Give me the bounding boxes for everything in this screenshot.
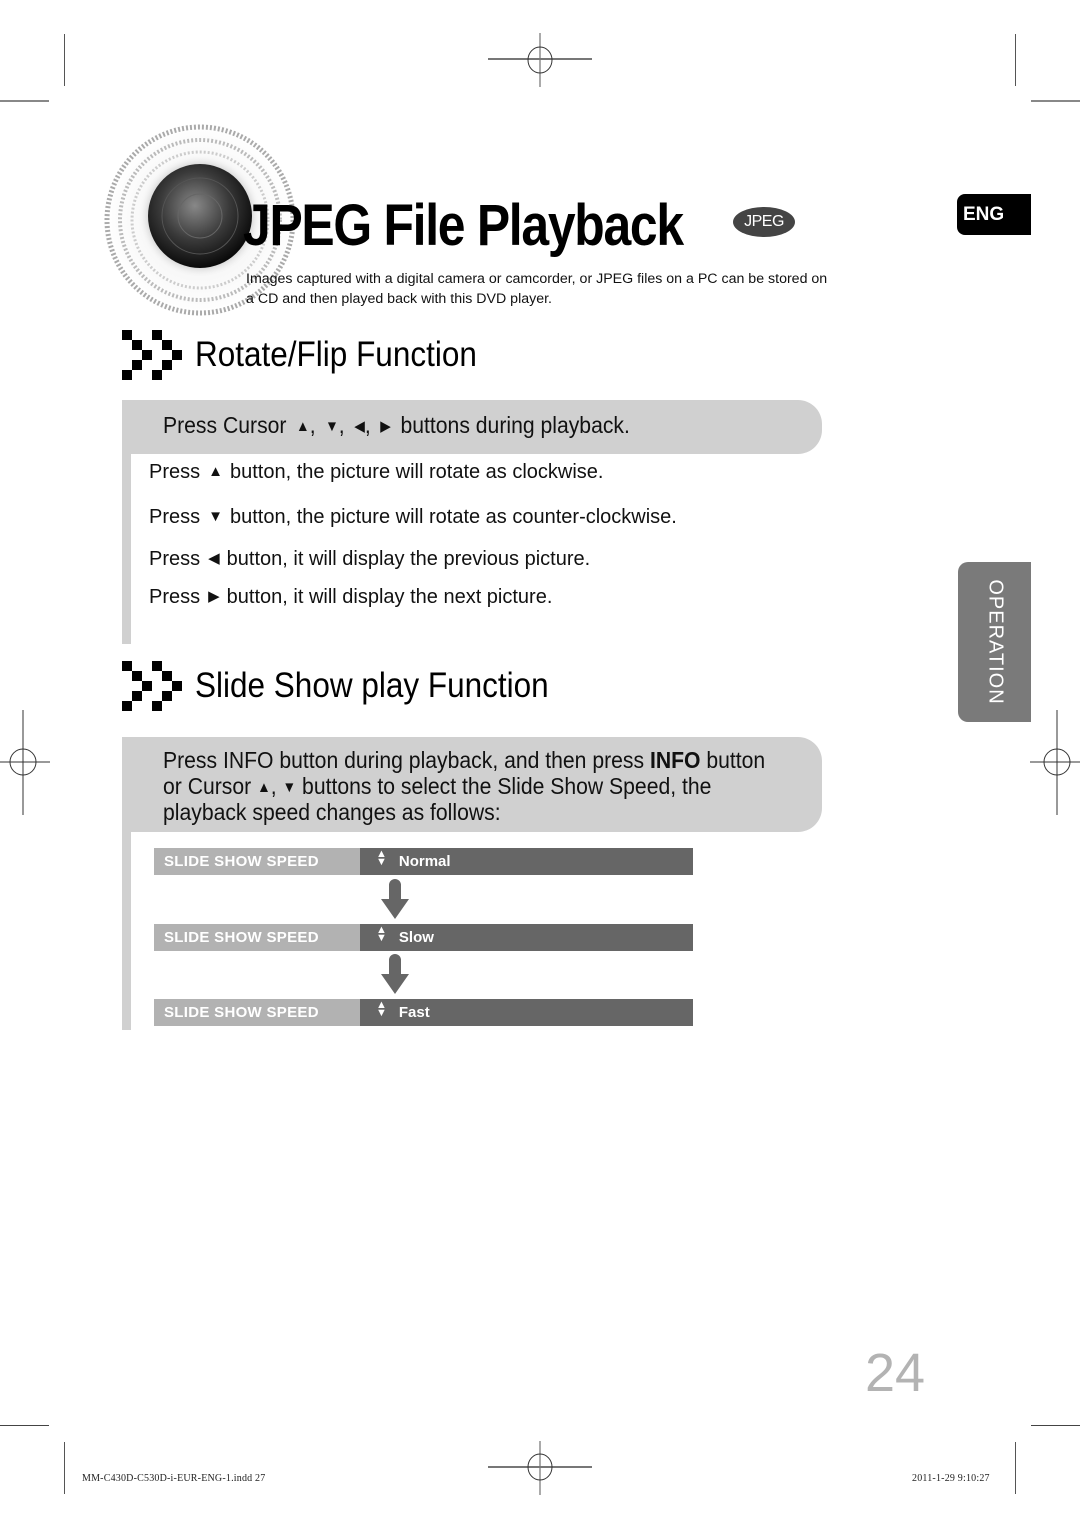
rotate-instruction: Press Cursor ▲, ▼, ◀, ▶ buttons during p… [163, 412, 630, 438]
crop-mark [1031, 100, 1080, 102]
right-arrow-icon: ▶ [208, 588, 220, 605]
speed-value: ▲ ▼ Normal [360, 848, 693, 875]
section-title-slideshow: Slide Show play Function [195, 666, 549, 705]
down-arrow-icon: ▼ [325, 418, 339, 435]
speed-value: ▲ ▼ Slow [360, 924, 693, 951]
up-down-icon: ▲ ▼ [376, 924, 387, 944]
speed-value: ▲ ▼ Fast [360, 999, 693, 1026]
up-arrow-icon: ▲ [208, 463, 223, 480]
up-arrow-icon: ▲ [296, 418, 310, 435]
jpeg-badge: JPEG [733, 207, 795, 237]
left-arrow-icon: ◀ [208, 550, 220, 567]
registration-mark-icon [488, 1441, 592, 1495]
speed-row-normal: SLIDE SHOW SPEED ▲ ▼ Normal [154, 848, 693, 875]
left-arrow-icon: ◀ [354, 418, 365, 435]
chapter-tab-label: OPERATION [984, 579, 1006, 705]
list-item: Press ▶ button, it will display the next p… [149, 586, 553, 608]
registration-mark-icon [488, 33, 592, 87]
down-arrow-icon [381, 954, 409, 994]
page-number: 24 [865, 1343, 926, 1403]
list-item: Press ▼ button, the picture will rotate as… [149, 506, 677, 528]
down-arrow-icon [381, 879, 409, 919]
crop-mark [64, 1442, 65, 1494]
date-slug: 2011-1-29 9:10:27 [912, 1473, 990, 1484]
crop-mark [1015, 34, 1016, 86]
language-tab: ENG [957, 194, 1031, 235]
speed-label: SLIDE SHOW SPEED [154, 999, 360, 1026]
double-chevron-icon [122, 661, 184, 713]
speed-row-slow: SLIDE SHOW SPEED ▲ ▼ Slow [154, 924, 693, 951]
section-title-rotate: Rotate/Flip Function [195, 335, 477, 374]
speed-label: SLIDE SHOW SPEED [154, 924, 360, 951]
crop-mark [1015, 1442, 1016, 1494]
speed-row-fast: SLIDE SHOW SPEED ▲ ▼ Fast [154, 999, 693, 1026]
down-arrow-icon: ▼ [208, 508, 223, 525]
registration-mark-icon [0, 710, 50, 815]
file-slug: MM-C430D-C530D-i-EUR-ENG-1.indd 27 [82, 1473, 266, 1484]
slideshow-instruction: Press INFO button during playback, and t… [163, 747, 766, 825]
section-rule [122, 832, 131, 1030]
right-arrow-icon: ▶ [380, 418, 391, 435]
crop-mark [0, 100, 49, 102]
down-arrow-icon: ▼ [282, 778, 297, 796]
intro-text: Images captured with a digital camera or… [246, 271, 828, 307]
up-arrow-icon: ▲ [257, 778, 271, 796]
list-item: Press ◀ button, it will display the previo… [149, 548, 591, 570]
up-down-icon: ▲ ▼ [376, 848, 387, 868]
list-item: Press ▲ button, the picture will rotate as… [149, 461, 604, 483]
speed-label: SLIDE SHOW SPEED [154, 848, 360, 875]
crop-mark [1031, 1425, 1080, 1426]
crop-mark [64, 34, 65, 86]
up-down-icon: ▲ ▼ [376, 999, 387, 1019]
language-tab-label: ENG [963, 204, 1005, 225]
double-chevron-icon [122, 330, 184, 382]
chapter-tab: OPERATION [958, 562, 1031, 722]
registration-mark-icon [1030, 710, 1080, 815]
section-rule [122, 454, 131, 644]
page-title: JPEG File Playback [243, 193, 684, 258]
crop-mark [0, 1425, 49, 1426]
